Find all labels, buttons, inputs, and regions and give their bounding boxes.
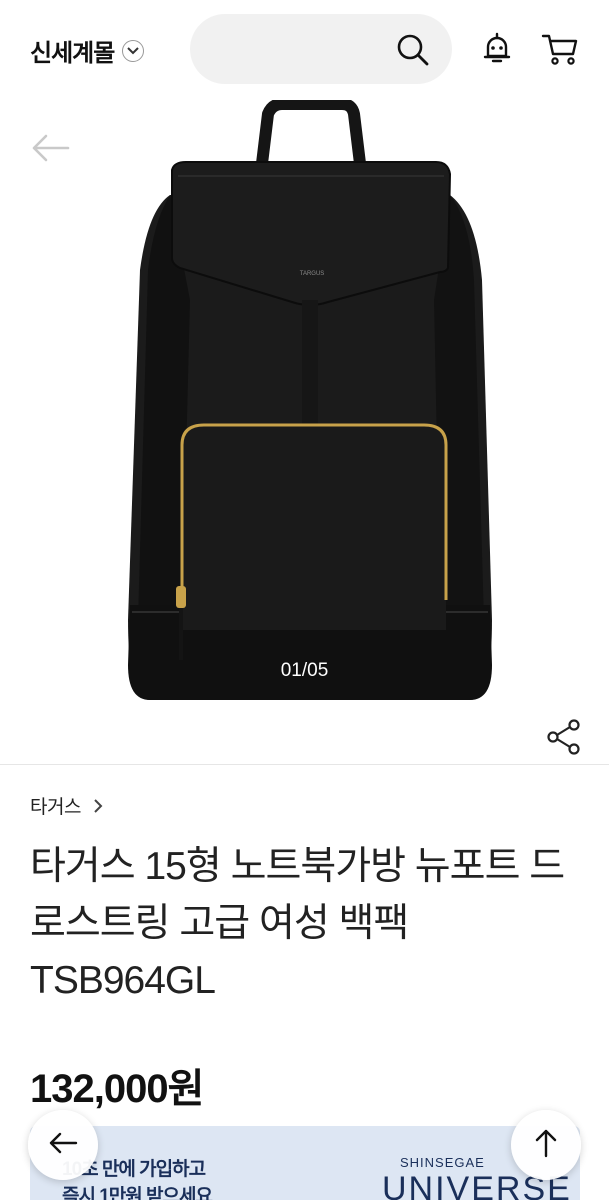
section-divider	[0, 764, 609, 765]
brand-emblem: TARGUS	[300, 271, 325, 277]
brand-link-label[interactable]: 타거스	[30, 792, 81, 819]
product-gallery[interactable]: TARGUS 01/05	[0, 100, 609, 760]
brand-logo[interactable]: 신세계몰	[30, 33, 115, 68]
search-icon[interactable]	[396, 33, 430, 67]
banner-subline: 즉시 1만원 받으세요	[62, 1186, 213, 1200]
brand-selector[interactable]: 신세계몰	[30, 33, 145, 68]
chevron-right-icon[interactable]	[91, 797, 105, 815]
share-icon[interactable]	[546, 718, 582, 756]
brand-link[interactable]: 타거스	[30, 792, 105, 819]
product-image-backpack: TARGUS	[128, 100, 492, 700]
product-price: 132,000원	[30, 1067, 204, 1111]
promo-banner[interactable]: 10초 만에 가입하고 즉시 1만원 받으세요 SHINSEGAE UNIVER…	[30, 1126, 580, 1200]
scroll-top-button[interactable]	[511, 1110, 581, 1180]
bell-icon[interactable]	[478, 30, 516, 68]
arrow-left-icon[interactable]	[28, 130, 72, 166]
product-title: 타거스 15형 노트북가방 뉴포트 드로스트링 고급 여성 백팩 TSB964G…	[30, 845, 565, 1002]
back-button[interactable]	[28, 1110, 98, 1180]
arrow-left-icon	[48, 1131, 78, 1160]
image-counter: 01/05	[280, 660, 329, 681]
chevron-down-icon[interactable]	[122, 39, 145, 62]
arrow-up-icon	[534, 1128, 558, 1163]
cart-icon[interactable]	[540, 30, 580, 68]
banner-brand-small: SHINSEGAE	[400, 1155, 485, 1170]
search-input[interactable]	[190, 14, 452, 84]
top-header: 신세계몰	[0, 0, 609, 100]
